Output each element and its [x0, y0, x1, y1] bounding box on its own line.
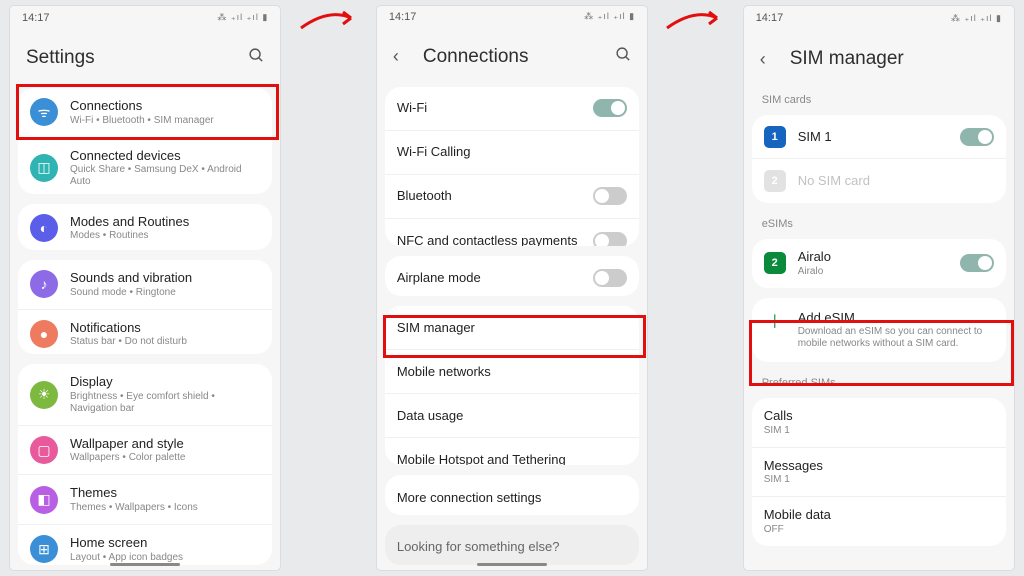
connections-header: ‹ Connections — [377, 28, 647, 82]
connections-screen: 14:17 ⁂ ₊ıl ₊ıl ▮ ‹ Connections Wi-Fi Wi… — [377, 6, 647, 570]
row-bluetooth[interactable]: Bluetooth — [385, 175, 639, 219]
modes-icon: ◐ — [30, 214, 58, 242]
sim1-badge: 1 — [764, 126, 786, 148]
settings-item-notifications[interactable]: ● NotificationsStatus bar • Do not distu… — [18, 310, 272, 355]
sim-manager-header: ‹ SIM manager — [744, 30, 1014, 84]
row-esim-airalo[interactable]: 2 AiraloAiralo — [752, 239, 1006, 288]
settings-screen: 14:17 ⁂ ₊ıl ₊ıl ▮ Settings ᯤ Connections… — [10, 6, 280, 570]
search-icon[interactable] — [248, 47, 264, 69]
settings-item-themes[interactable]: ◧ ThemesThemes • Wallpapers • Icons — [18, 475, 272, 525]
arrow-1 — [294, 6, 363, 36]
search-icon[interactable] — [615, 46, 631, 68]
sim-manager-screen: 14:17 ⁂ ₊ıl ₊ıl ▮ ‹ SIM manager SIM card… — [744, 6, 1014, 570]
status-bar: 14:17 ⁂ ₊ıl ₊ıl ▮ — [10, 6, 280, 29]
settings-item-wallpaper[interactable]: ▢ Wallpaper and styleWallpapers • Color … — [18, 426, 272, 476]
row-mobile-networks[interactable]: Mobile networks — [385, 350, 639, 394]
devices-icon: ◫ — [30, 154, 58, 182]
esim-badge: 2 — [764, 252, 786, 274]
sound-icon: ♪ — [30, 270, 58, 298]
plus-icon: ＋ — [764, 310, 786, 332]
settings-header: Settings — [10, 29, 280, 83]
wifi-icon: ᯤ — [30, 98, 58, 126]
row-hotspot[interactable]: Mobile Hotspot and Tethering — [385, 438, 639, 465]
status-icons: ⁂ ₊ıl ₊ıl ▮ — [584, 11, 635, 22]
row-more-settings[interactable]: More connection settings — [385, 475, 639, 515]
row-wifi[interactable]: Wi-Fi — [385, 87, 639, 131]
settings-item-connections[interactable]: ᯤ ConnectionsWi-Fi • Bluetooth • SIM man… — [18, 88, 272, 138]
settings-item-connected-devices[interactable]: ◫ Connected devicesQuick Share • Samsung… — [18, 138, 272, 194]
back-icon[interactable]: ‹ — [393, 46, 409, 67]
row-data-usage[interactable]: Data usage — [385, 394, 639, 438]
page-title: SIM manager — [790, 48, 998, 70]
page-title: Connections — [423, 46, 601, 68]
pref-mobile-data[interactable]: Mobile dataOFF — [752, 497, 1006, 546]
status-time: 14:17 — [389, 11, 417, 23]
status-time: 14:17 — [22, 12, 50, 24]
arrow-2 — [661, 6, 730, 36]
esim-toggle[interactable] — [960, 254, 994, 272]
section-sim-cards: SIM cards — [744, 84, 1014, 110]
nav-indicator[interactable] — [477, 563, 547, 566]
row-looking-for[interactable]: Looking for something else? — [385, 525, 639, 565]
status-time: 14:17 — [756, 12, 784, 24]
status-icons: ⁂ ₊ıl ₊ıl ▮ — [951, 13, 1002, 24]
status-bar: 14:17 ⁂ ₊ıl ₊ıl ▮ — [744, 6, 1014, 30]
section-esims: eSIMs — [744, 208, 1014, 234]
status-bar: 14:17 ⁂ ₊ıl ₊ıl ▮ — [377, 6, 647, 28]
home-icon: ⊞ — [30, 535, 58, 563]
row-sim1[interactable]: 1 SIM 1 — [752, 115, 1006, 159]
row-nfc[interactable]: NFC and contactless payments — [385, 219, 639, 246]
wallpaper-icon: ▢ — [30, 436, 58, 464]
row-sim-manager[interactable]: SIM manager — [385, 306, 639, 350]
airplane-toggle[interactable] — [593, 269, 627, 287]
settings-item-modes[interactable]: ◐ Modes and RoutinesModes • Routines — [18, 204, 272, 251]
settings-item-display[interactable]: ☀ DisplayBrightness • Eye comfort shield… — [18, 364, 272, 426]
pref-calls[interactable]: CallsSIM 1 — [752, 398, 1006, 448]
settings-item-sounds[interactable]: ♪ Sounds and vibrationSound mode • Ringt… — [18, 260, 272, 310]
nfc-toggle[interactable] — [593, 232, 627, 246]
row-airplane[interactable]: Airplane mode — [385, 256, 639, 296]
themes-icon: ◧ — [30, 486, 58, 514]
wifi-toggle[interactable] — [593, 99, 627, 117]
bluetooth-toggle[interactable] — [593, 187, 627, 205]
back-icon[interactable]: ‹ — [760, 49, 776, 70]
settings-item-homescreen[interactable]: ⊞ Home screenLayout • App icon badges — [18, 525, 272, 565]
nav-indicator[interactable] — [110, 563, 180, 566]
sim2-badge: 2 — [764, 170, 786, 192]
sim1-toggle[interactable] — [960, 128, 994, 146]
row-wifi-calling[interactable]: Wi-Fi Calling — [385, 131, 639, 175]
row-add-esim[interactable]: ＋ Add eSIMDownload an eSIM so you can co… — [752, 298, 1006, 363]
notifications-icon: ● — [30, 320, 58, 348]
row-sim2: 2 No SIM card — [752, 159, 1006, 203]
pref-messages[interactable]: MessagesSIM 1 — [752, 448, 1006, 498]
status-icons: ⁂ ₊ıl ₊ıl ▮ — [217, 12, 268, 23]
section-preferred: Preferred SIMs — [744, 367, 1014, 393]
page-title: Settings — [26, 47, 234, 69]
display-icon: ☀ — [30, 381, 58, 409]
